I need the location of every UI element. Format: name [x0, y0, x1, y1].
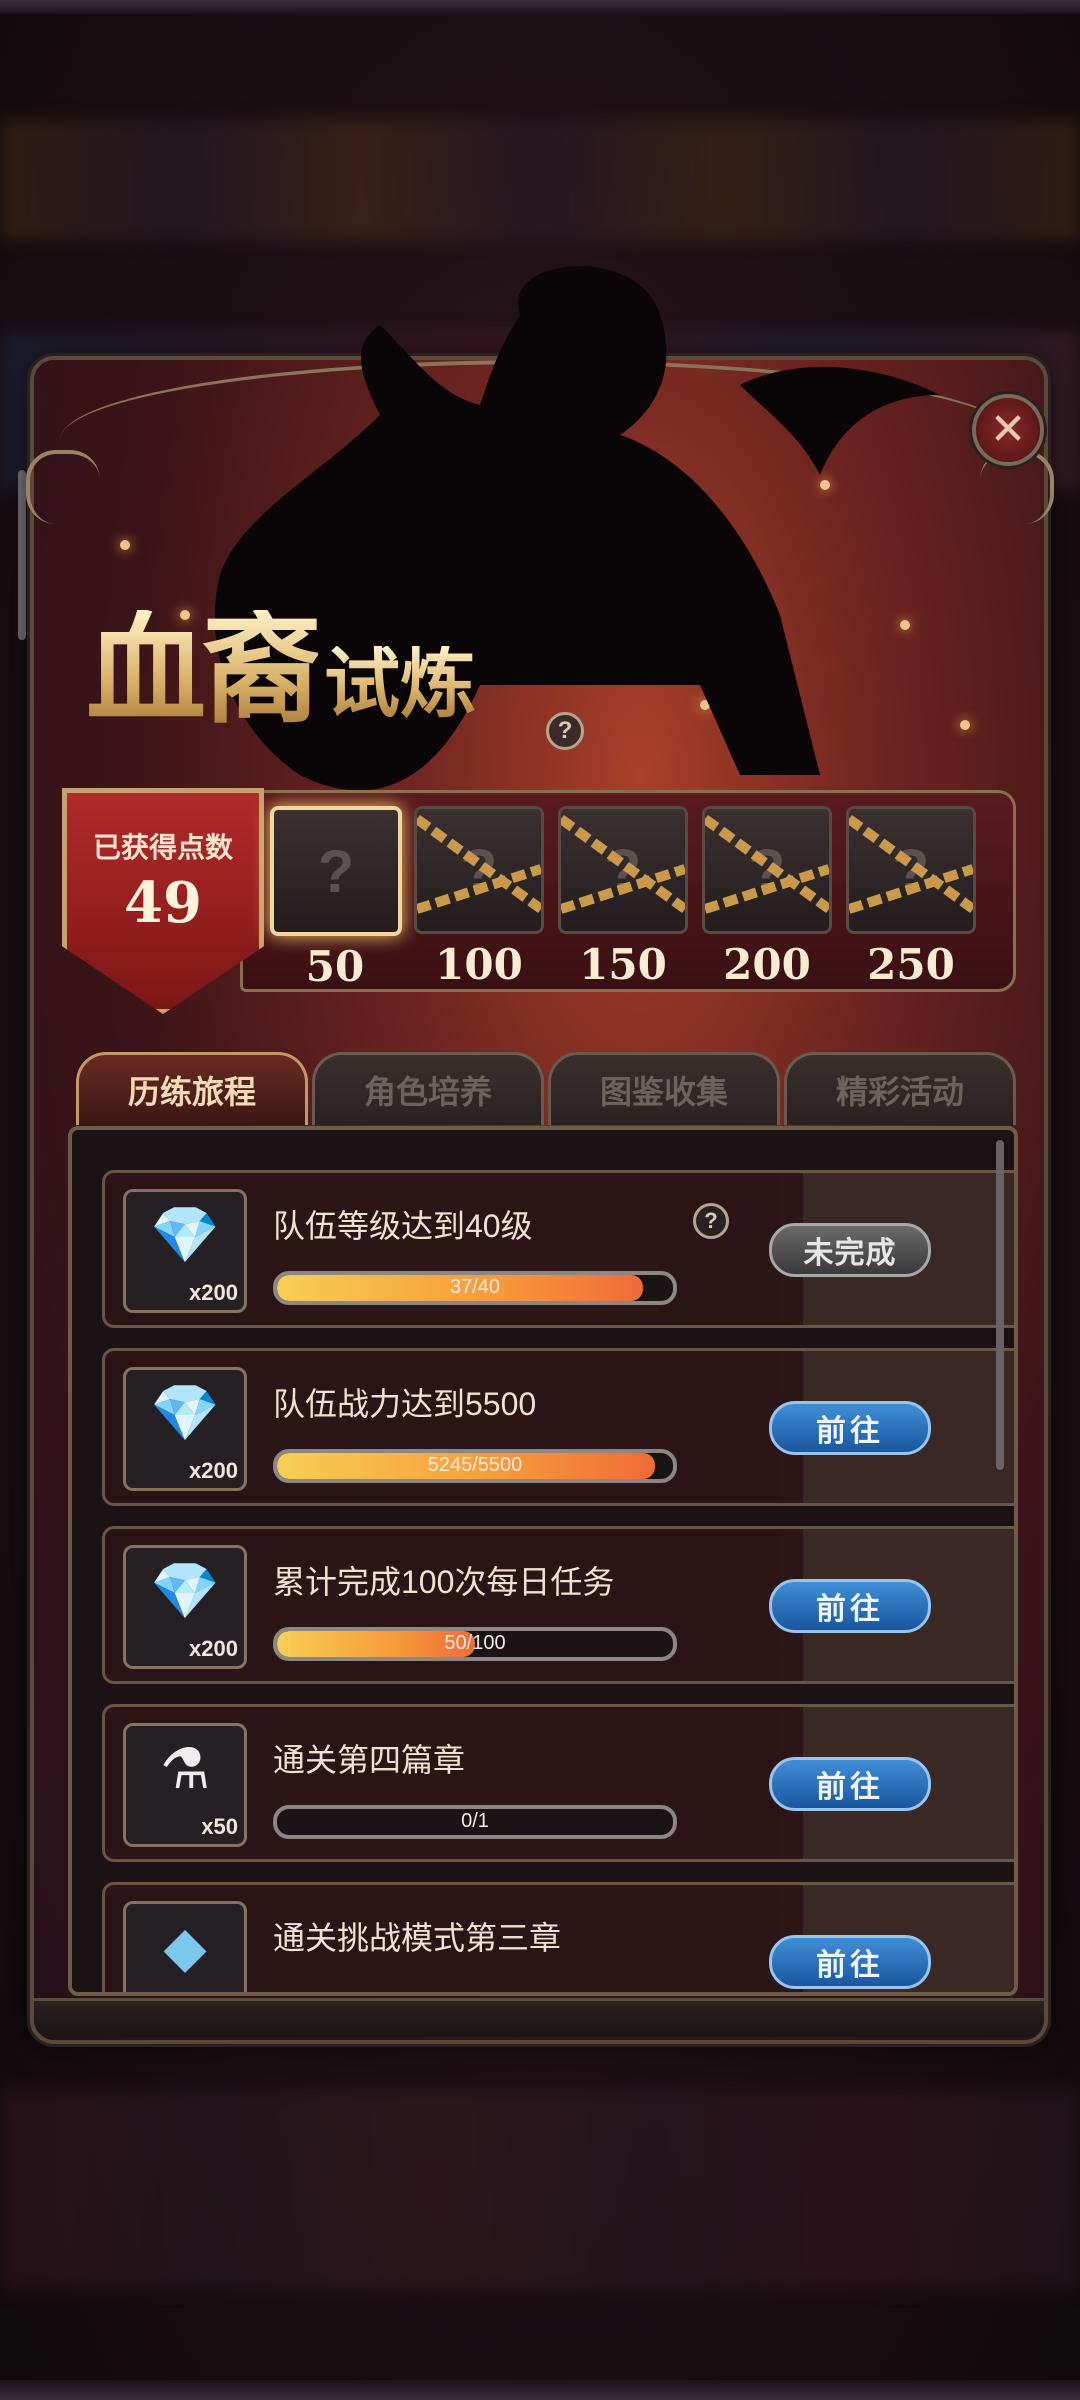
go-button[interactable]: 前往 [769, 1757, 931, 1811]
task-row: ⚗ x50 通关第四篇章 0/1 前往 [102, 1704, 1014, 1862]
milestone-reward[interactable]: ? 150 [558, 806, 688, 989]
task-row: 💎 x200 队伍战力达到5500 5245/5500 前往 [102, 1348, 1014, 1506]
tab-collection[interactable]: 图鉴收集 [548, 1052, 780, 1125]
chain-lock-icon [561, 814, 685, 914]
reward-quantity: x200 [189, 1458, 238, 1483]
milestone-value: 100 [435, 940, 523, 989]
reward-item[interactable]: 💎 x200 [123, 1189, 247, 1313]
character-silhouette [214, 266, 940, 791]
milestone-value: 250 [867, 940, 955, 989]
milestone-value: 200 [723, 940, 811, 989]
milestone-reward[interactable]: ? 50 [270, 806, 402, 991]
sparkle [120, 540, 130, 550]
page-title: 血裔 试炼 [86, 610, 476, 730]
points-value: 49 [124, 870, 202, 936]
reward-item[interactable]: ◆ [123, 1901, 247, 1992]
title-sub: 试炼 [324, 639, 476, 728]
task-label: 通关第四篇章 [273, 1742, 466, 1778]
gem-icon: 💎 [150, 1381, 220, 1444]
chain-lock-icon [705, 814, 829, 914]
milestone-value: 50 [305, 942, 365, 991]
title-main: 血裔 [86, 599, 322, 740]
close-button[interactable]: ✕ [976, 398, 1040, 462]
milestone-reward[interactable]: ? 200 [702, 806, 832, 989]
progress-bar: 50/100 [273, 1627, 677, 1661]
task-row: ◆ 通关挑战模式第三章 前往 [102, 1882, 1014, 1992]
reward-item[interactable]: ⚗ x50 [123, 1723, 247, 1847]
chain-lock-icon [417, 814, 541, 914]
task-label: 累计完成100次每日任务 [273, 1564, 615, 1600]
list-scrollbar[interactable] [996, 1140, 1004, 1470]
reward-quantity: x200 [189, 1280, 238, 1305]
background-blur-bottom [0, 2090, 1080, 2290]
progress-text: 5245/5500 [427, 1454, 523, 1476]
milestone-value: 150 [579, 940, 667, 989]
task-list[interactable]: 💎 x200 队伍等级达到40级 ? 37/40 未完成 💎 x200 队伍战力… [68, 1126, 1018, 1996]
milestone-reward[interactable]: ? 100 [414, 806, 544, 989]
potion-icon: ⚗ [159, 1737, 211, 1800]
top-border [0, 0, 1080, 14]
go-button[interactable]: 前往 [769, 1579, 931, 1633]
close-icon: ✕ [989, 405, 1027, 454]
progress-bar: 5245/5500 [273, 1449, 677, 1483]
tab-events[interactable]: 精彩活动 [784, 1052, 1016, 1125]
background-blur-top [0, 120, 1080, 240]
help-icon[interactable]: ? [546, 712, 584, 750]
progress-text: 50/100 [444, 1632, 506, 1654]
go-button[interactable]: 前往 [769, 1935, 931, 1989]
tab-character-training[interactable]: 角色培养 [312, 1052, 544, 1125]
bottom-border [0, 2380, 1080, 2400]
progress-text: 0/1 [461, 1810, 489, 1832]
panel-corner-left [26, 450, 100, 524]
task-row: 💎 x200 累计完成100次每日任务 50/100 前往 [102, 1526, 1014, 1684]
milestone-reward[interactable]: ? 250 [846, 806, 976, 989]
task-row: 💎 x200 队伍等级达到40级 ? 37/40 未完成 [102, 1170, 1014, 1328]
task-label: 队伍等级达到40级 [273, 1208, 533, 1244]
crystal-icon: ◆ [163, 1915, 207, 1978]
gem-icon: 💎 [150, 1559, 220, 1622]
panel-bottom-trim [34, 1998, 1044, 2037]
chain-lock-icon [849, 814, 973, 914]
tab-journey[interactable]: 历练旅程 [76, 1052, 308, 1125]
task-label: 队伍战力达到5500 [273, 1386, 537, 1422]
reward-quantity: x50 [201, 1814, 238, 1839]
reward-quantity: x200 [189, 1636, 238, 1661]
task-label: 通关挑战模式第三章 [273, 1920, 562, 1956]
reward-item[interactable]: 💎 x200 [123, 1367, 247, 1491]
incomplete-button[interactable]: 未完成 [769, 1223, 931, 1277]
mystery-reward-icon: ? [317, 837, 355, 905]
background-scrollbar [18, 470, 26, 640]
go-button[interactable]: 前往 [769, 1401, 931, 1455]
reward-item[interactable]: 💎 x200 [123, 1545, 247, 1669]
points-label: 已获得点数 [92, 832, 233, 863]
progress-text: 37/40 [449, 1276, 501, 1298]
progress-bar: 37/40 [273, 1271, 677, 1305]
help-icon[interactable]: ? [693, 1203, 729, 1239]
gem-icon: 💎 [150, 1203, 220, 1266]
progress-bar: 0/1 [273, 1805, 677, 1839]
